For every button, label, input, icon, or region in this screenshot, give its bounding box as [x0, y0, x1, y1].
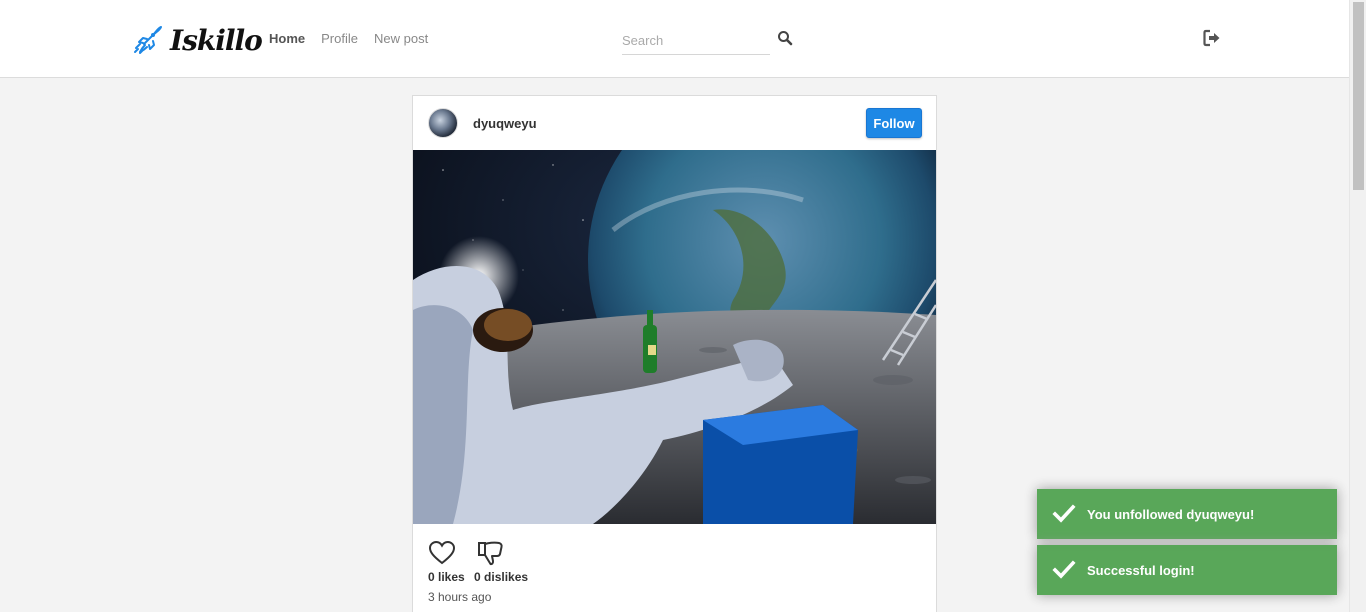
post-actions: [428, 539, 504, 567]
post-username[interactable]: dyuqweyu: [473, 116, 537, 131]
toast-unfollow[interactable]: You unfollowed dyuqweyu!: [1037, 489, 1337, 539]
dislikes-count: 0 dislikes: [474, 570, 529, 584]
follow-button[interactable]: Follow: [866, 108, 922, 138]
post-counts: 0 likes 0 dislikes: [428, 570, 534, 584]
post-timestamp: 3 hours ago: [428, 590, 492, 604]
nav-new-post[interactable]: New post: [374, 31, 428, 46]
nav-profile[interactable]: Profile: [321, 31, 358, 46]
post-header: dyuqweyu Follow: [413, 96, 936, 150]
top-navbar: Iskillo Home Profile New post: [0, 0, 1349, 78]
search-box: [622, 26, 770, 55]
toast-login[interactable]: Successful login!: [1037, 545, 1337, 595]
post-image[interactable]: [413, 150, 936, 524]
search-icon[interactable]: [777, 30, 793, 46]
thumbs-down-icon[interactable]: [476, 539, 504, 567]
scrollbar-thumb[interactable]: [1353, 2, 1364, 190]
page-scrollbar[interactable]: [1349, 0, 1366, 612]
avatar[interactable]: [428, 108, 458, 138]
heart-icon[interactable]: [428, 539, 456, 567]
astronaut-moon-picture: [413, 150, 936, 524]
post-card: dyuqweyu Follow 0 likes 0 dislikes 3 hou…: [412, 95, 937, 612]
toast-message: You unfollowed dyuqweyu!: [1087, 506, 1255, 522]
nav-home[interactable]: Home: [269, 31, 305, 46]
likes-count: 0 likes: [428, 570, 465, 584]
logo-text: Iskillo: [170, 23, 263, 57]
check-icon: [1052, 560, 1076, 579]
check-icon: [1052, 504, 1076, 523]
search-input[interactable]: [622, 26, 770, 54]
rocket-icon: [134, 26, 162, 54]
logo[interactable]: Iskillo: [132, 20, 263, 60]
main-nav: Home Profile New post: [269, 31, 428, 46]
sign-out-icon[interactable]: [1203, 29, 1221, 47]
toast-message: Successful login!: [1087, 562, 1195, 578]
